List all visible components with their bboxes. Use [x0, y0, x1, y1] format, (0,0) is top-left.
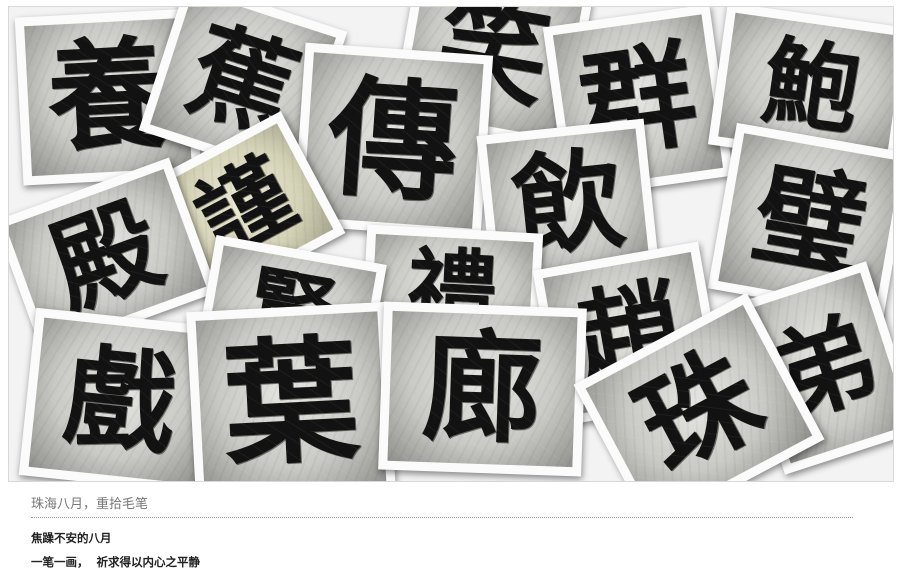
- dotted-divider: [31, 517, 853, 518]
- calligraphy-photo[interactable]: 葉: [186, 301, 396, 482]
- post-text-line-1: 焦躁不安的八月: [31, 531, 112, 545]
- calligraphy-character: 戲: [58, 330, 182, 471]
- calligraphy-photo[interactable]: 廊: [378, 301, 587, 477]
- post-text-line-2: 一笔一画， 祈求得以内心之平静: [31, 555, 201, 569]
- calligraphy-character: 葉: [219, 319, 363, 482]
- calligraphy-collage: 養 蕉 笑 傳 群 鮑 謹 飲 璧 殿 禮 賢 趙 弟: [8, 6, 894, 482]
- post-title: 珠海八月，重拾毛笔: [31, 497, 149, 512]
- calligraphy-character: 廊: [420, 315, 545, 462]
